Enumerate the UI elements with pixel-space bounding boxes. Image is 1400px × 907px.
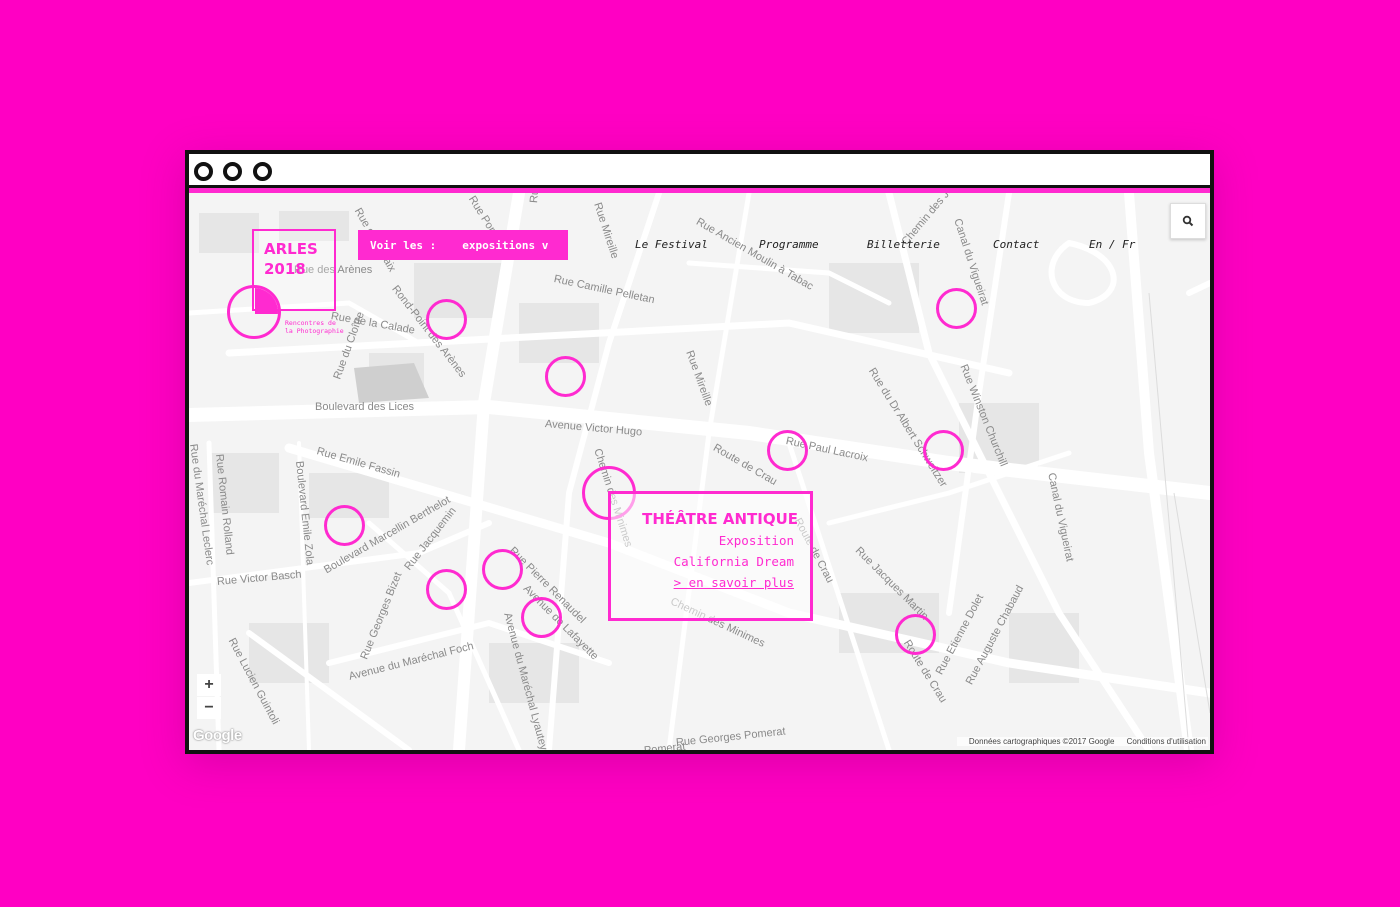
logo-quarter-shape (255, 288, 278, 314)
exhibition-name: California Dream (673, 554, 794, 569)
zoom-in-button[interactable]: + (197, 674, 221, 696)
logo-line-arles: ARLES (264, 240, 318, 258)
search-icon (1182, 215, 1194, 227)
exhibition-map-marker[interactable] (895, 614, 936, 655)
filter-selected-value: expositions v (462, 238, 549, 252)
exhibition-map-marker[interactable] (936, 288, 977, 329)
exhibition-map-marker[interactable] (324, 505, 365, 546)
exhibition-map-marker[interactable] (521, 597, 562, 638)
logo-subtitle: Rencontres de la Photographie (285, 319, 344, 335)
nav-contact[interactable]: Contact (993, 238, 1039, 251)
filter-label: Voir les : (370, 238, 437, 252)
festival-logo-title[interactable]: ARLES 2018 (264, 239, 318, 279)
venue-title: THÉÂTRE ANTIQUE (642, 510, 798, 528)
google-logo[interactable]: Google (193, 727, 242, 744)
exhibition-map-marker[interactable] (767, 430, 808, 471)
window-close-button[interactable] (194, 162, 213, 181)
exhibition-map-marker[interactable] (923, 430, 964, 471)
terms-of-use-link[interactable]: Conditions d'utilisation (1127, 737, 1206, 746)
exhibition-info-popup[interactable]: THÉÂTRE ANTIQUE Exposition California Dr… (608, 491, 813, 621)
exhibition-map-marker[interactable] (426, 569, 467, 610)
exhibition-map-marker[interactable] (426, 299, 467, 340)
window-maximize-button[interactable] (253, 162, 272, 181)
read-more-link[interactable]: > en savoir plus (611, 572, 794, 594)
exhibitions-filter-dropdown[interactable]: Voir les : expositions v (358, 230, 568, 260)
exhibition-map-marker[interactable] (545, 356, 586, 397)
browser-window: Rue des Arènes Rue de la Calade Rue du C… (185, 150, 1214, 754)
street-label: Boulevard des Lices (315, 401, 415, 413)
map-attribution: Données cartographiques ©2017 Google Con… (956, 737, 1208, 746)
logo-line-year: 2018 (264, 260, 306, 278)
map-data-credit: Données cartographiques ©2017 Google (968, 737, 1115, 746)
exhibition-map-marker[interactable] (482, 549, 523, 590)
map-search-button[interactable] (1170, 203, 1206, 239)
map-canvas[interactable]: Rue des Arènes Rue de la Calade Rue du C… (189, 193, 1210, 750)
nav-le-festival[interactable]: Le Festival (635, 238, 708, 251)
window-titlebar (189, 154, 1210, 188)
window-minimize-button[interactable] (223, 162, 242, 181)
language-switch[interactable]: En / Fr (1089, 238, 1135, 251)
logo-circle-icon (227, 285, 281, 339)
nav-programme[interactable]: Programme (759, 238, 819, 251)
zoom-out-button[interactable]: − (197, 697, 221, 719)
exhibition-type: Exposition (718, 533, 794, 548)
nav-billetterie[interactable]: Billetterie (867, 238, 940, 251)
